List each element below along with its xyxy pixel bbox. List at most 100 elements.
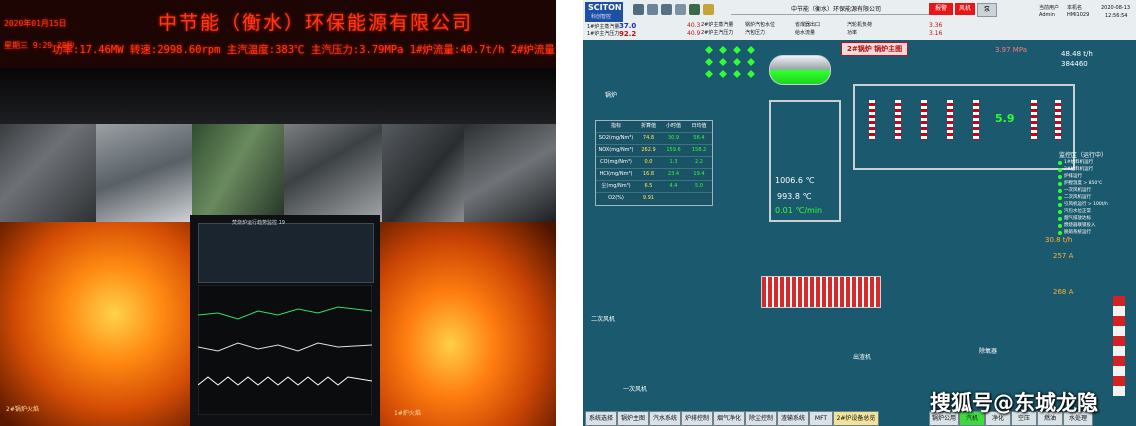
secondary-air-label: 二次风机: [591, 316, 616, 323]
current-date: 2020-08-13: [1101, 5, 1131, 11]
led-date: 2020年01月15日: [4, 19, 67, 28]
emission-cell: SO2(mg/Nm³): [598, 135, 634, 141]
status-led-icon: [1058, 210, 1062, 214]
grate-section: [761, 276, 881, 308]
alarm-button[interactable]: 报警: [929, 3, 953, 15]
header-value-5: 3.36: [929, 22, 943, 29]
monitor-item-label: 二次风机运行: [1064, 195, 1091, 200]
monitor-item-label: 一次风机运行: [1064, 188, 1091, 193]
steam-drum: [769, 55, 831, 85]
tab-flue-gas[interactable]: 烟气净化: [713, 411, 745, 426]
emission-row: 尘(mg/Nm³) 6.5 4.4 5.0: [596, 180, 712, 192]
monitor-item-label: 脱硝系统运行: [1064, 230, 1091, 235]
emission-cell: 6.5: [644, 183, 653, 189]
boiler-title: 2#锅炉 锅炉主图: [841, 42, 909, 56]
emission-cell: CO(mg/Nm³): [600, 159, 632, 165]
emission-cell: 23.4: [667, 171, 680, 177]
monitor-item-label: 2#给料机运行: [1064, 167, 1094, 172]
boiler-label: 锅炉: [605, 92, 618, 99]
print-icon[interactable]: [647, 4, 658, 15]
emission-cell: 56.4: [693, 135, 705, 141]
trend-title: 焚烧炉运行趋势监控 19: [232, 220, 285, 226]
monitor-item: 烟气排放达标: [1057, 215, 1133, 222]
header-label-turbine2: 功率: [847, 30, 858, 36]
monitor-item-label: 1#给料机运行: [1064, 160, 1094, 165]
header-label-water: 省煤器出口: [795, 22, 821, 28]
current-time: 12:56:54: [1105, 13, 1128, 19]
status-led-icon: [1058, 217, 1062, 221]
fan-current-1: 257 A: [1053, 252, 1074, 260]
header-label-drum2: 汽包压力: [745, 30, 766, 36]
watermark-text: 搜狐号@东城龙隐: [930, 391, 1098, 415]
header-label-steam2b: 2#炉主汽压力: [701, 30, 734, 36]
pump-button[interactable]: 泵: [977, 3, 997, 17]
status-led-icon: [1058, 168, 1062, 172]
status-led-icon: [1058, 231, 1062, 235]
emission-cell: 19.4: [693, 171, 705, 177]
drum-pressure: 3.97 MPa: [995, 46, 1028, 54]
furnace-temp-rate: 0.01 ℃/min: [775, 206, 823, 215]
report-icon[interactable]: [689, 4, 700, 15]
emission-header-row: 指标 折算值 小时值 日均值: [596, 121, 712, 131]
toolbar-icons: [633, 4, 723, 16]
home-icon[interactable]: [633, 4, 644, 15]
fan-button[interactable]: 风机: [955, 3, 975, 15]
monitor-item: 2#给料机运行: [1057, 166, 1133, 173]
emission-cell: 5.0: [695, 183, 703, 189]
station-name: HMI1029: [1067, 12, 1090, 18]
trend-icon[interactable]: [661, 4, 672, 15]
user-name: Admin: [1039, 12, 1055, 18]
emission-cell: [686, 193, 712, 204]
emission-row: SO2(mg/Nm³) 74.8 30.9 56.4: [596, 132, 712, 144]
emission-row: O2(%) 9.91: [596, 192, 712, 204]
led-banner: 2020年01月15日 星期三 9:29 28秒 中节能（衡水）环保能源有限公司…: [0, 0, 556, 68]
scada-header: SCITON 科创智控 1#炉主蒸汽量 1#炉主汽压力 37.0 92.2 2#…: [583, 0, 1136, 40]
emission-cell: O2(%): [608, 195, 624, 201]
economizer-section: 5.9: [853, 84, 1075, 170]
status-led-icon: [1058, 182, 1062, 186]
emission-cell: [661, 193, 686, 204]
emission-cell: 9.91: [642, 195, 655, 201]
camera-feed-6: [464, 124, 556, 222]
monitor-item: 二次风机运行: [1057, 194, 1133, 201]
tab-slag-system[interactable]: 渣输系统: [777, 411, 809, 426]
monitor-item: 脱硝系统运行: [1057, 229, 1133, 236]
monitor-item-label: 燃烧器联锁投入: [1064, 223, 1096, 228]
monitor-item: 炉排运行: [1057, 173, 1133, 180]
scada-boiler-screen: SCITON 科创智控 1#炉主蒸汽量 1#炉主汽压力 37.0 92.2 2#…: [583, 0, 1136, 426]
emission-row: HCl(mg/Nm³) 16.8 23.4 19.4: [596, 168, 712, 180]
emission-cell: HCl(mg/Nm³): [599, 171, 633, 177]
camera-video-wall: [0, 124, 556, 222]
slag-label: 出渣机: [853, 354, 872, 361]
tab-boiler-main[interactable]: 锅炉主图: [617, 411, 649, 426]
company-name: 中节能（衡水）环保能源有限公司: [731, 4, 941, 15]
key-icon[interactable]: [703, 4, 714, 15]
emission-cell: 16.8: [642, 171, 655, 177]
camera-feed-1: [0, 124, 98, 222]
header-label-drum: 锅炉汽包水位: [745, 22, 776, 28]
tab-system-select[interactable]: 系统选择: [585, 411, 617, 426]
monitor-items: 1#给料机运行 2#给料机运行 炉排运行 炉膛温度 > 850℃ 一次风机运行 二次风机运…: [1057, 159, 1133, 236]
emission-col-header: 小时值: [665, 123, 681, 129]
header-value-3: 40.3: [687, 22, 701, 29]
camera-feed-4: [284, 124, 384, 222]
furnace-temp-a: 1006.6 ℃: [775, 176, 815, 185]
furnace-flame-screen-right: 1#炉火焰: [380, 222, 556, 426]
furnace-chamber: [769, 100, 841, 222]
header-value-2: 92.2: [619, 30, 637, 38]
led-metrics: 功率:17.46MW 转速:2998.60rpm 主汽温度:383℃ 主汽压力:…: [52, 44, 556, 56]
control-room-photo: 2020年01月15日 星期三 9:29 28秒 中节能（衡水）环保能源有限公司…: [0, 0, 556, 426]
tab-equipment-overview[interactable]: 2#炉设备总览: [833, 411, 879, 426]
monitor-item-label: 汽包水位正常: [1064, 209, 1091, 214]
monitor-item-label: 炉排运行: [1064, 174, 1082, 179]
alarm-list-icon[interactable]: [675, 4, 686, 15]
tab-dust-removal[interactable]: 除尘控制: [745, 411, 777, 426]
header-label-feed: 1#炉主蒸汽量: [587, 24, 620, 30]
status-led-icon: [1058, 189, 1062, 193]
tab-grate-control[interactable]: 炉排控制: [681, 411, 713, 426]
tab-mft[interactable]: MFT: [809, 411, 833, 426]
tab-steam-water[interactable]: 汽水系统: [649, 411, 681, 426]
status-led-icon: [1058, 175, 1062, 179]
emission-col-header: 指标: [610, 123, 621, 129]
status-led-icon: [1058, 196, 1062, 200]
